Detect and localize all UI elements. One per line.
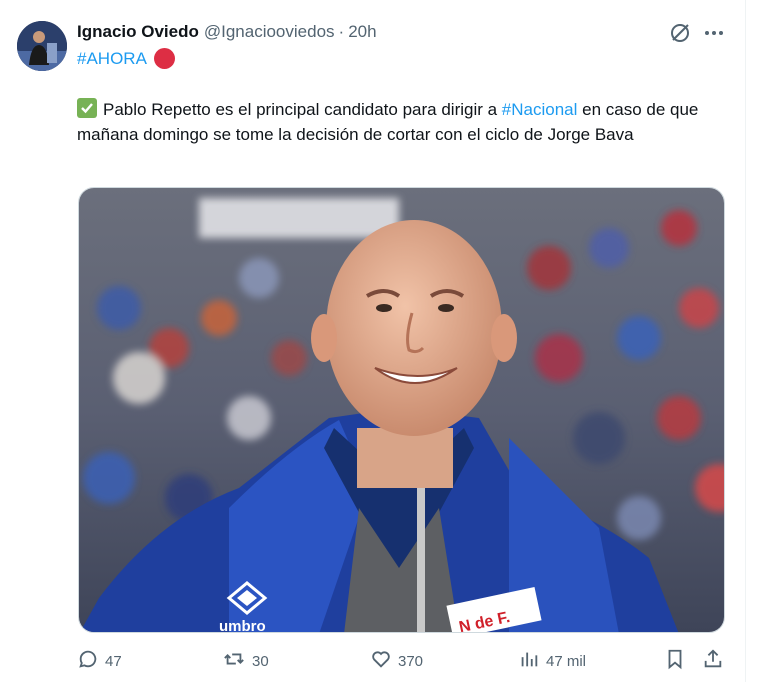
views-icon xyxy=(518,648,540,674)
hashtag-ahora[interactable]: #AHORA xyxy=(77,49,147,69)
author-name[interactable]: Ignacio Oviedo xyxy=(77,22,199,42)
hashtag-nacional[interactable]: #Nacional xyxy=(502,100,578,119)
bookmark-button[interactable] xyxy=(664,648,686,674)
share-button[interactable] xyxy=(702,648,724,674)
like-icon xyxy=(370,648,392,674)
tweet-card[interactable]: Ignacio Oviedo @Ignaciooviedos · 20h #AH… xyxy=(0,0,746,682)
views-button[interactable]: 47 mil xyxy=(518,648,586,674)
author-avatar[interactable] xyxy=(17,21,67,71)
reply-button[interactable]: 47 xyxy=(77,648,122,674)
share-icon xyxy=(702,648,724,674)
reply-icon xyxy=(77,648,99,674)
like-button[interactable]: 370 xyxy=(370,648,423,674)
repost-button[interactable]: 30 xyxy=(222,648,269,674)
grok-icon[interactable] xyxy=(668,21,692,45)
tweet-text: Pablo Repetto es el principal candidato … xyxy=(77,97,727,147)
repost-count: 30 xyxy=(252,652,269,670)
hashtag-line: #AHORA xyxy=(77,48,175,69)
like-count: 370 xyxy=(398,652,424,670)
red-circle-icon xyxy=(153,48,175,69)
tweet-time[interactable]: 20h xyxy=(348,22,376,42)
bookmark-icon xyxy=(664,648,686,674)
repost-icon xyxy=(222,648,246,674)
check-mark-icon xyxy=(77,98,97,118)
separator: · xyxy=(338,22,345,41)
views-count: 47 mil xyxy=(546,652,587,670)
author-handle[interactable]: @Ignaciooviedos xyxy=(204,22,335,42)
tweet-header: Ignacio Oviedo @Ignaciooviedos · 20h xyxy=(77,20,377,44)
tweet-actions: 47 30 370 47 mil xyxy=(77,648,727,674)
reply-count: 47 xyxy=(105,652,122,670)
umbro-brand-text: umbro xyxy=(219,618,266,633)
more-icon[interactable] xyxy=(702,21,726,45)
tweet-photo[interactable]: umbro N de F. xyxy=(78,187,725,633)
tweet-text-prefix: Pablo Repetto es el principal candidato … xyxy=(103,100,502,119)
